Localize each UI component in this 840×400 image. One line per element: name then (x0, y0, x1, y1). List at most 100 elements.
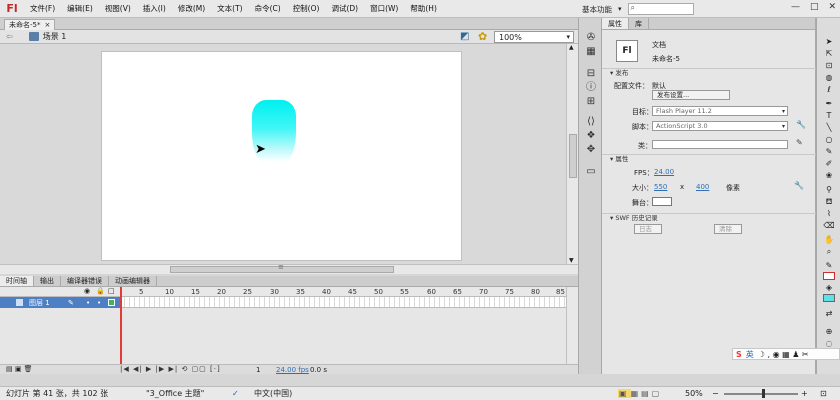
subselection-tool-icon[interactable]: ⇱ (822, 48, 836, 59)
scroll-down-icon[interactable]: ▼ (569, 257, 574, 264)
lock-dot-icon[interactable]: • (97, 299, 101, 307)
stage-vertical-scrollbar[interactable]: ▲ ▼ (566, 44, 578, 264)
class-input[interactable] (652, 140, 788, 149)
zoom-level[interactable]: 50% (685, 389, 703, 398)
zoom-tool-icon[interactable]: ⌕ (822, 246, 836, 257)
scrollbar-thumb[interactable] (569, 134, 577, 178)
menu-file[interactable]: 文件(F) (24, 0, 61, 18)
paint-bucket-icon[interactable]: ⛾ (822, 196, 836, 207)
playhead[interactable] (120, 287, 122, 373)
layer-row[interactable]: 图层 1 ✎ • • (0, 297, 120, 308)
fill-color-swatch[interactable] (823, 294, 835, 302)
back-arrow-icon[interactable]: ⇦ (6, 32, 13, 41)
menu-help[interactable]: 帮助(H) (404, 0, 443, 18)
eye-icon[interactable]: ◉ (84, 287, 90, 295)
transform-icon[interactable]: ⊞ (584, 96, 598, 108)
frame-rate[interactable]: 24.00 fps (276, 366, 309, 374)
fit-window-icon[interactable]: ⊡ (820, 389, 827, 398)
wrench-icon[interactable]: 🔧 (794, 181, 804, 190)
menu-commands[interactable]: 命令(C) (249, 0, 287, 18)
edit-symbol-icon[interactable]: ◩ (460, 31, 469, 42)
lasso-tool-icon[interactable]: ℓ (822, 84, 836, 95)
outline-icon[interactable]: □ (108, 287, 115, 295)
clear-button[interactable]: 清除 (714, 224, 742, 234)
target-select[interactable]: Flash Player 11.2 ▾ (652, 106, 788, 116)
stage[interactable]: ➤ (101, 51, 462, 261)
align-icon[interactable]: ⊟ (584, 68, 598, 80)
height-value[interactable]: 400 (696, 183, 709, 191)
motion-presets-icon[interactable]: ✥ (584, 144, 598, 156)
fps-value[interactable]: 24.00 (654, 168, 674, 176)
language[interactable]: 中文(中国) (254, 388, 292, 399)
tab-timeline[interactable]: 时间轴 (0, 276, 34, 286)
swatches-icon[interactable]: ▦ (584, 46, 598, 58)
tab-output[interactable]: 输出 (34, 276, 61, 286)
edit-scene-icon[interactable]: ✿ (478, 30, 487, 43)
scroll-up-icon[interactable]: ▲ (569, 44, 574, 51)
document-tab[interactable]: 未命名-5* × (4, 19, 56, 30)
ime-tools-icon[interactable]: ☽ , ◉ ▦ ♟ ✂ (758, 350, 809, 359)
view-buttons[interactable]: ▣▦▤▢ (618, 389, 662, 398)
section-properties[interactable]: ▾ 属性 (602, 154, 816, 163)
swap-colors-icon[interactable]: ⇄ (822, 308, 836, 319)
menu-window[interactable]: 窗口(W) (364, 0, 404, 18)
visibility-dot-icon[interactable]: • (86, 299, 90, 307)
tab-motion-editor[interactable]: 动画编辑器 (109, 276, 157, 286)
deco-tool-icon[interactable]: ❀ (822, 170, 836, 181)
stage-horizontal-scrollbar[interactable]: ≡ (0, 263, 578, 274)
bone-tool-icon[interactable]: ⚲ (822, 184, 836, 195)
spellcheck-icon[interactable]: ✓ (232, 389, 239, 398)
snap-icon[interactable]: ⊕ (822, 326, 836, 337)
hand-tool-icon[interactable]: ✋ (822, 234, 836, 245)
wrench-icon[interactable]: 🔧 (796, 120, 806, 129)
menu-insert[interactable]: 插入(I) (137, 0, 172, 18)
zoom-slider[interactable] (724, 393, 798, 395)
tab-properties[interactable]: 属性 (602, 18, 629, 29)
timeline-scrollbar[interactable] (566, 287, 578, 364)
menu-control[interactable]: 控制(O) (287, 0, 326, 18)
outline-color-icon[interactable] (108, 299, 115, 306)
stroke-color-swatch[interactable] (823, 272, 835, 280)
minimize-button[interactable]: — (791, 2, 800, 12)
line-tool-icon[interactable]: ╲ (822, 122, 836, 133)
tab-library[interactable]: 库 (629, 18, 649, 29)
brush-tool-icon[interactable]: ✐ (822, 158, 836, 169)
zoom-in-button[interactable]: + (801, 389, 808, 398)
oval-tool-icon[interactable]: ○ (822, 134, 836, 145)
zoom-slider-knob[interactable] (762, 389, 765, 398)
close-icon[interactable]: × (44, 21, 50, 29)
search-input[interactable]: ⌕ (627, 3, 694, 15)
ime-mode[interactable]: 英 (746, 349, 754, 360)
eyedropper-icon[interactable]: ⌇ (822, 208, 836, 219)
menu-edit[interactable]: 编辑(E) (61, 0, 99, 18)
stage-color-swatch[interactable] (652, 197, 672, 206)
scene-panel-icon[interactable]: ▭ (584, 166, 598, 178)
pen-tool-icon[interactable]: ✒ (822, 98, 836, 109)
publish-settings-button[interactable]: 发布设置... (652, 90, 730, 100)
workspace-switcher[interactable]: 基本功能 ▾ ⌕ (582, 2, 694, 16)
fill-color-icon[interactable]: ◈ (822, 282, 836, 293)
color-wheel-icon[interactable]: ✇ (584, 32, 598, 44)
menu-view[interactable]: 视图(V) (99, 0, 137, 18)
pencil-icon[interactable]: ✎ (796, 138, 803, 147)
text-tool-icon[interactable]: T (822, 110, 836, 121)
zoom-select[interactable]: 100% ▾ (494, 31, 574, 43)
section-publish[interactable]: ▾ 发布 (602, 68, 816, 77)
components-icon[interactable]: ❖ (584, 130, 598, 142)
tab-compiler-errors[interactable]: 编译器错误 (61, 276, 109, 286)
frame-grid[interactable] (120, 297, 566, 308)
layer-tools-icon[interactable]: ▤ ▣ 🗑 (6, 365, 33, 373)
maximize-button[interactable]: □ (810, 2, 819, 12)
menu-modify[interactable]: 修改(M) (172, 0, 211, 18)
script-select[interactable]: ActionScript 3.0 ▾ (652, 121, 788, 131)
selection-tool-icon[interactable]: ➤ (822, 36, 836, 47)
eraser-icon[interactable]: ⌫ (822, 220, 836, 231)
menu-text[interactable]: 文本(T) (211, 0, 248, 18)
stroke-color-icon[interactable]: ✎ (822, 260, 836, 271)
code-snippets-icon[interactable]: ⟨⟩ (584, 116, 598, 128)
3d-rotation-tool-icon[interactable]: ◍ (822, 72, 836, 83)
log-button[interactable]: 日志 (634, 224, 662, 234)
info-icon[interactable]: ⓘ (584, 82, 598, 94)
ime-toolbar[interactable]: S 英 ☽ , ◉ ▦ ♟ ✂ (732, 348, 840, 360)
lock-icon[interactable]: 🔒 (96, 287, 105, 295)
